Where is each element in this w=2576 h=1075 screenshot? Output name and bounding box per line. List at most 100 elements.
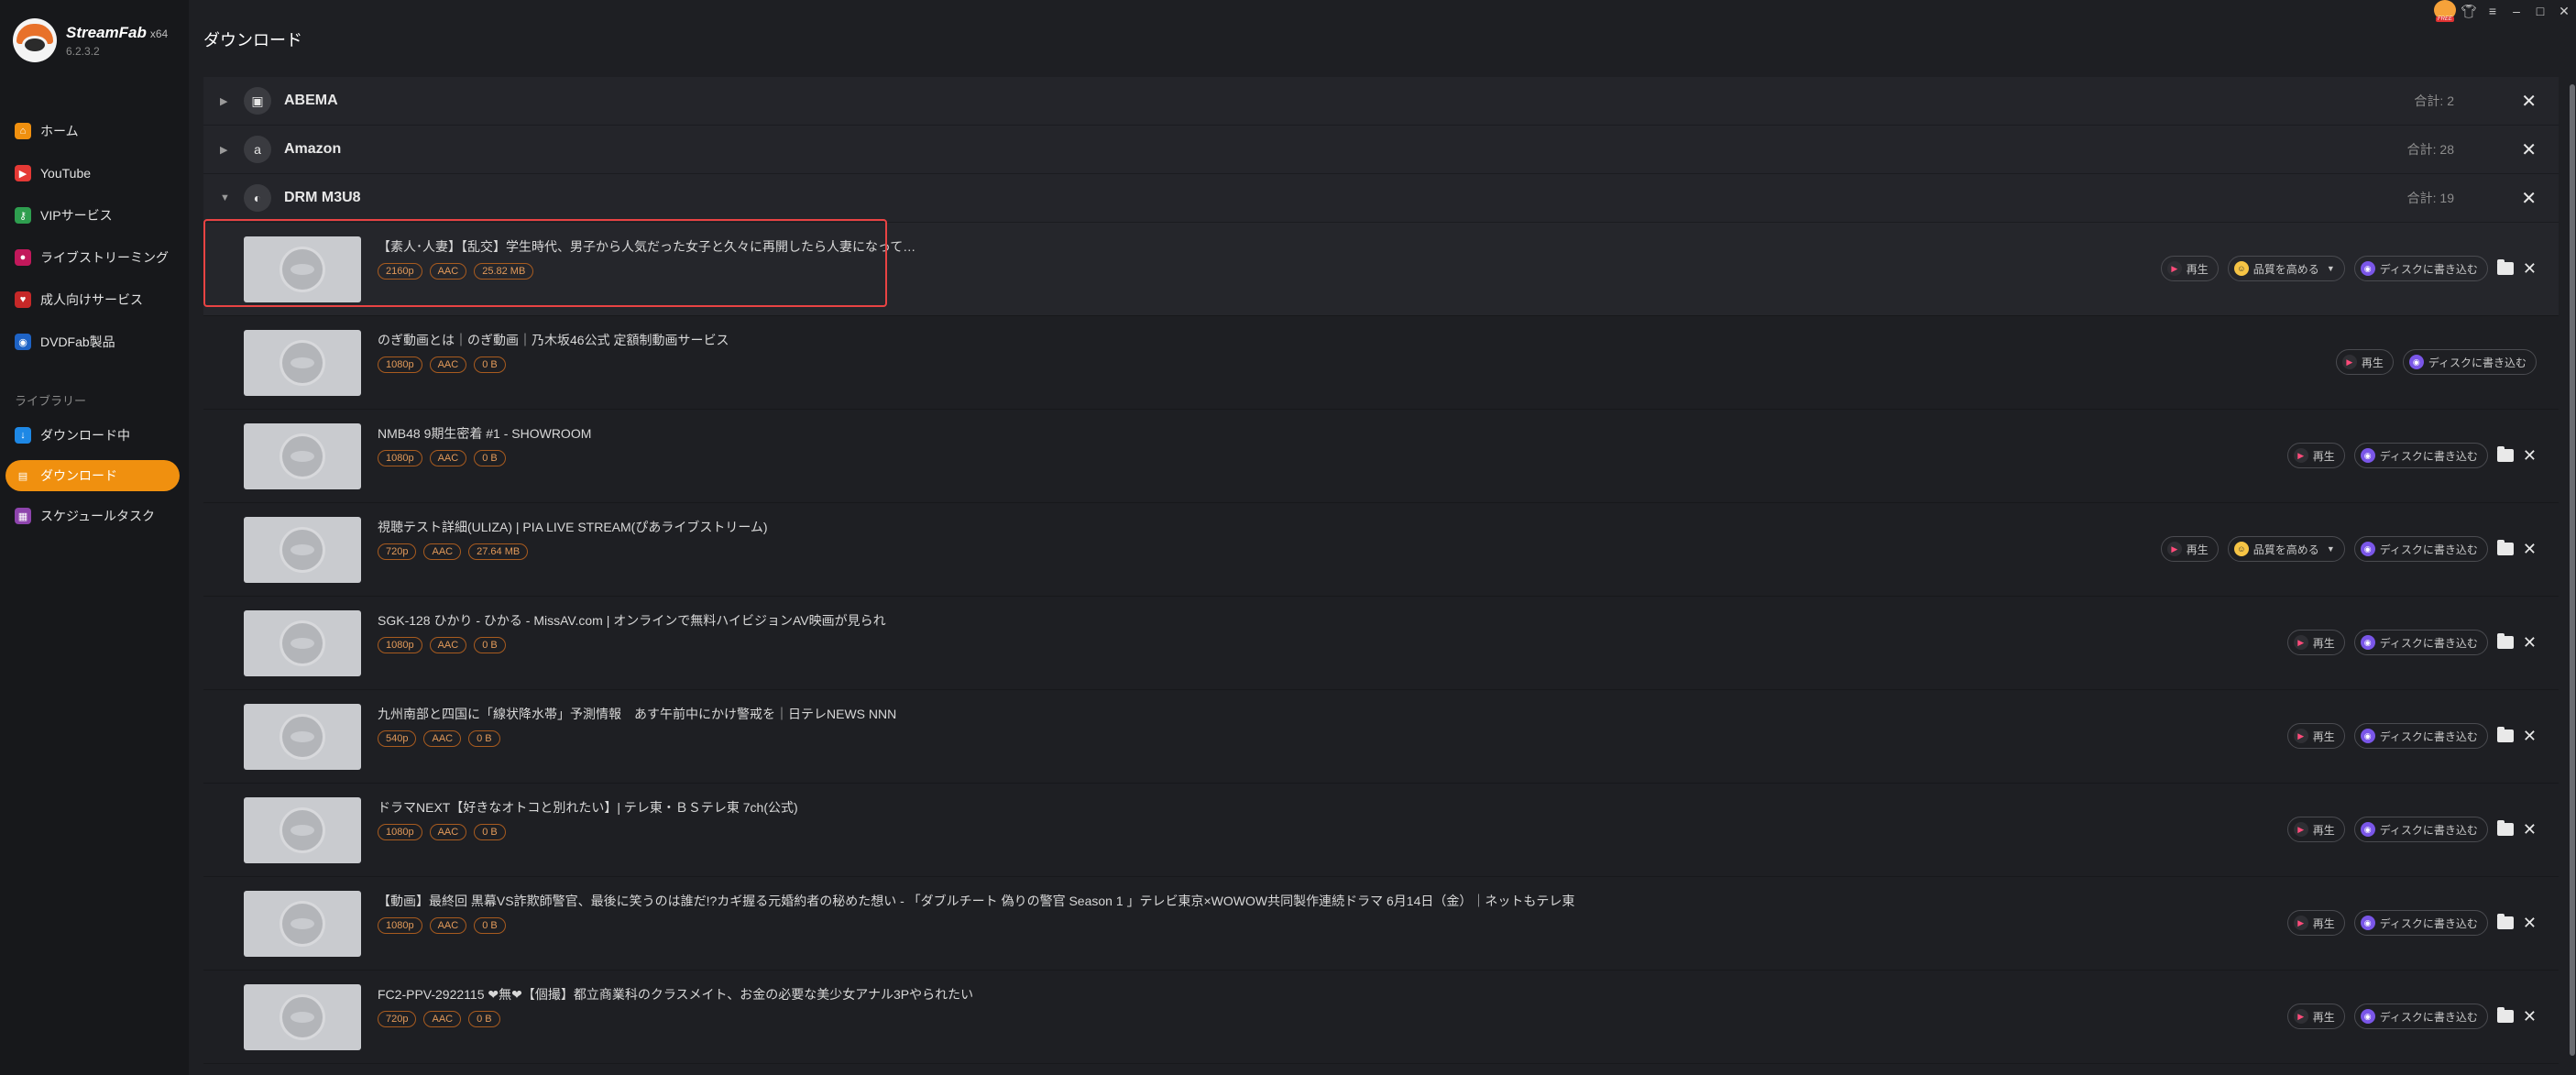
enhance-quality-dropdown[interactable]: ☺ 品質を高める ▼ [2227, 536, 2345, 562]
remove-item-icon[interactable]: ✕ [2523, 540, 2537, 559]
group-close-icon[interactable]: ✕ [2521, 138, 2537, 161]
play-label: 再生 [2312, 729, 2335, 743]
list-item[interactable]: 視聴テスト詳細(ULIZA) | PIA LIVE STREAM(ぴあライブスト… [203, 503, 2559, 597]
sidebar-item-dvdfab[interactable]: ◉ DVDFab製品 [0, 321, 189, 363]
burn-to-disc-button[interactable]: ◉ ディスクに書き込む [2353, 536, 2488, 562]
sidebar-nav: ⌂ ホーム ▶ YouTube ⚷ VIPサービス ● ライブストリーミング ♥ 成人向けサービス… [0, 110, 189, 537]
resolution-badge: 540p [378, 730, 417, 747]
list-item[interactable]: 【動画】最終回 黒幕VS詐欺師警官、最後に笑うのは誰だ!?カギ握る元婚約者の秘め… [203, 877, 2559, 971]
size-badge: 0 B [474, 917, 506, 934]
audio-badge: AAC [429, 263, 467, 280]
audio-badge: AAC [429, 637, 467, 653]
chevron-down-icon: ▼ [2326, 544, 2335, 554]
list-item[interactable]: FC2-PPV-2922115 ❤無❤【個撮】都立商業科のクラスメイト、お金の必… [203, 971, 2559, 1064]
video-thumbnail [244, 797, 361, 863]
row-actions: ▶ 再生 ◉ ディスクに書き込む ✕ [2286, 817, 2537, 842]
open-folder-icon[interactable] [2496, 633, 2514, 649]
group-name: ABEMA [284, 93, 338, 108]
scrollbar[interactable] [2569, 77, 2576, 1075]
sidebar-item-label: スケジュールタスク [40, 509, 156, 523]
video-thumbnail [244, 236, 361, 302]
play-label: 再生 [2186, 543, 2209, 556]
collapse-caret-icon[interactable]: ▼ [220, 192, 233, 203]
burn-to-disc-button[interactable]: ◉ ディスクに書き込む [2402, 349, 2537, 375]
sidebar-item-adult[interactable]: ♥ 成人向けサービス [0, 279, 189, 321]
burn-to-disc-button[interactable]: ◉ ディスクに書き込む [2353, 1004, 2488, 1029]
scrollbar-thumb[interactable] [2570, 84, 2575, 1056]
play-icon: ▶ [2293, 916, 2308, 930]
burn-label: ディスクに書き込む [2379, 543, 2478, 556]
audio-badge: AAC [423, 543, 462, 560]
burn-to-disc-button[interactable]: ◉ ディスクに書き込む [2353, 910, 2488, 936]
open-folder-icon[interactable] [2496, 1007, 2514, 1023]
open-folder-icon[interactable] [2496, 540, 2514, 555]
video-thumbnail [244, 984, 361, 1050]
enhance-quality-dropdown[interactable]: ☺ 品質を高める ▼ [2227, 256, 2345, 281]
video-title: 【素人･人妻】【乱交】学生時代、男子から人気だった女子と久々に再開したら人妻にな… [378, 239, 916, 254]
burn-to-disc-button[interactable]: ◉ ディスクに書き込む [2353, 256, 2488, 281]
burn-label: ディスクに書き込む [2379, 636, 2478, 650]
remove-item-icon[interactable]: ✕ [2523, 259, 2537, 279]
group-header-amazon[interactable]: ▶ a Amazon 合計: 28 ✕ [203, 126, 2559, 174]
list-item[interactable]: NMB48 9期生密着 #1 - SHOWROOM 1080p AAC 0 B ▶ 再生 ◉… [203, 410, 2559, 503]
list-item[interactable]: 【素人･人妻】【乱交】学生時代、男子から人気だった女子と久々に再開したら人妻にな… [203, 223, 2559, 316]
open-folder-icon[interactable] [2496, 820, 2514, 836]
video-title: のぎ動画とは｜のぎ動画｜乃木坂46公式 定額制動画サービス [378, 333, 729, 347]
sidebar-item-live[interactable]: ● ライブストリーミング [0, 236, 189, 279]
disc-icon: ◉ [2360, 448, 2375, 463]
remove-item-icon[interactable]: ✕ [2523, 727, 2537, 746]
open-folder-icon[interactable] [2496, 914, 2514, 929]
group-header-drm-m3u8[interactable]: ▼ ◐ DRM M3U8 合計: 19 ✕ [203, 174, 2559, 223]
play-icon: ▶ [2166, 542, 2182, 556]
burn-label: ディスクに書き込む [2379, 1010, 2478, 1024]
play-button[interactable]: ▶ 再生 [2286, 910, 2345, 936]
disc-icon: ◉ [2360, 1009, 2375, 1024]
play-button[interactable]: ▶ 再生 [2286, 817, 2345, 842]
adult-icon: ♥ [15, 291, 31, 308]
library-label: ライブラリー [15, 394, 87, 408]
play-button[interactable]: ▶ 再生 [2286, 630, 2345, 655]
video-thumbnail [244, 517, 361, 583]
remove-item-icon[interactable]: ✕ [2523, 914, 2537, 933]
sidebar-item-youtube[interactable]: ▶ YouTube [0, 152, 189, 194]
remove-item-icon[interactable]: ✕ [2523, 1007, 2537, 1026]
open-folder-icon[interactable] [2496, 446, 2514, 462]
sidebar-item-home[interactable]: ⌂ ホーム [0, 110, 189, 152]
row-actions: ▶ 再生 ☺ 品質を高める ▼ ◉ ディスクに書き込む ✕ [2160, 256, 2537, 281]
play-icon: ▶ [2293, 1009, 2308, 1024]
remove-item-icon[interactable]: ✕ [2523, 446, 2537, 466]
group-close-icon[interactable]: ✕ [2521, 90, 2537, 113]
play-button[interactable]: ▶ 再生 [2286, 443, 2345, 468]
sidebar-item-label: ライブストリーミング [40, 250, 169, 265]
list-item[interactable]: SGK-128 ひかり - ひかる - MissAV.com | オンラインで無… [203, 597, 2559, 690]
expand-caret-icon[interactable]: ▶ [220, 144, 233, 156]
app-name: StreamFab x64 [66, 23, 169, 41]
group-header-abema[interactable]: ▶ ▣ ABEMA 合計: 2 ✕ [203, 77, 2559, 126]
play-button[interactable]: ▶ 再生 [2286, 1004, 2345, 1029]
burn-to-disc-button[interactable]: ◉ ディスクに書き込む [2353, 817, 2488, 842]
play-icon: ▶ [2293, 448, 2308, 463]
downloaded-icon: ▤ [17, 470, 28, 482]
open-folder-icon[interactable] [2496, 727, 2514, 742]
remove-item-icon[interactable]: ✕ [2523, 633, 2537, 653]
play-button[interactable]: ▶ 再生 [2160, 536, 2219, 562]
sidebar-item-calendar[interactable]: ▦ スケジュールタスク [0, 495, 189, 537]
burn-to-disc-button[interactable]: ◉ ディスクに書き込む [2353, 443, 2488, 468]
burn-to-disc-button[interactable]: ◉ ディスクに書き込む [2353, 723, 2488, 749]
open-folder-icon[interactable] [2496, 259, 2514, 275]
size-badge: 0 B [474, 450, 506, 466]
group-close-icon[interactable]: ✕ [2521, 187, 2537, 210]
expand-caret-icon[interactable]: ▶ [220, 95, 233, 107]
play-button[interactable]: ▶ 再生 [2160, 256, 2219, 281]
list-item[interactable]: ドラマNEXT【好きなオトコと別れたい】| テレ東・ＢＳテレ東 7ch(公式) 1… [203, 784, 2559, 877]
play-button[interactable]: ▶ 再生 [2286, 723, 2345, 749]
list-item[interactable]: 九州南部と四国に「線状降水帯」予測情報 あす午前中にかけ警戒を｜日テレNEWS … [203, 690, 2559, 784]
remove-item-icon[interactable]: ✕ [2523, 820, 2537, 839]
sidebar-item-download[interactable]: ↓ ダウンロード中 [0, 414, 189, 456]
list-item[interactable]: のぎ動画とは｜のぎ動画｜乃木坂46公式 定額制動画サービス 1080p AAC 0 B… [203, 316, 2559, 410]
sidebar-item-downloaded[interactable]: ▤ ダウンロード [5, 460, 180, 491]
burn-to-disc-button[interactable]: ◉ ディスクに書き込む [2353, 630, 2488, 655]
play-button[interactable]: ▶ 再生 [2335, 349, 2394, 375]
play-label: 再生 [2312, 823, 2335, 837]
sidebar-item-key[interactable]: ⚷ VIPサービス [0, 194, 189, 236]
